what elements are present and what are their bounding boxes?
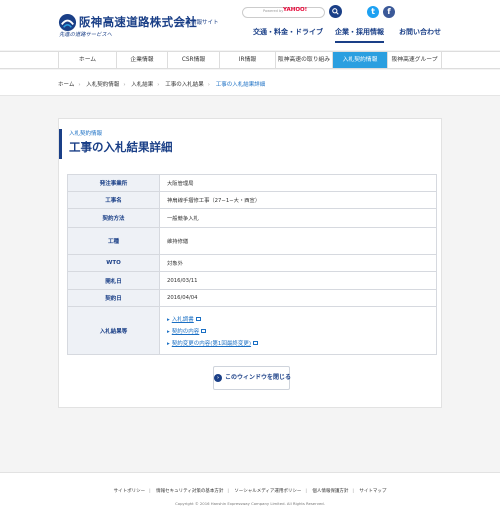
gnav-item-csr[interactable]: CSR情報: [167, 52, 219, 68]
external-link-icon: [195, 317, 201, 321]
detail-label: WTO: [67, 254, 160, 272]
breadcrumb-bidding[interactable]: 入札契約情報: [86, 82, 119, 88]
detail-value: 大阪管理局: [159, 174, 437, 192]
twitter-icon[interactable]: t: [367, 6, 379, 18]
table-row: 工種 維持修繕: [67, 227, 437, 255]
logo-subtitle: 企業情報サイト: [180, 20, 219, 26]
search-powered-text: Powered by: [263, 9, 284, 13]
table-row: 入札結果等 ▸ 入札調書 ▸ 契約の内容 ▸ 契約変更の内容(第1回最終変更): [67, 306, 437, 355]
bullet-icon: ▸: [167, 328, 170, 335]
detail-label: 契約日: [67, 289, 160, 307]
link-bid-record[interactable]: ▸ 入札調書: [167, 315, 436, 323]
external-link-icon: [253, 341, 259, 345]
detail-label: 開札日: [67, 271, 160, 290]
detail-table: 発注事業所 大阪管理局 工事名 神扇線手摺修工事（27−1−大・西宣） 契約方法…: [67, 174, 437, 355]
content-card: 入札契約情報 工事の入札結果詳細 発注事業所 大阪管理局 工事名 神扇線手摺修工…: [58, 118, 442, 408]
table-row: 契約方法 一般競争入札: [67, 208, 437, 228]
search-input[interactable]: Powered by YAHOO!: [242, 7, 325, 18]
table-row: 契約日 2016/04/04: [67, 289, 437, 307]
detail-value: 対象外: [159, 254, 437, 272]
company-logo[interactable]: 阪神高速道路株式会社 企業情報サイト 先進の道路サービスへ: [58, 12, 248, 42]
table-row: 開札日 2016/03/11: [67, 271, 437, 290]
topnav-contact[interactable]: お問い合わせ: [399, 27, 441, 37]
table-row: WTO 対象外: [67, 254, 437, 272]
bullet-icon: ▸: [167, 340, 170, 347]
detail-label: 工種: [67, 227, 160, 255]
breadcrumb-current: 工事の入札結果詳細: [215, 82, 266, 88]
link-contract-change[interactable]: ▸ 契約変更の内容(第1回最終変更): [167, 339, 436, 347]
close-window-button[interactable]: › このウィンドウを閉じる: [213, 366, 291, 390]
footer-link-sitemap[interactable]: サイトマップ: [359, 489, 386, 494]
copyright: Copyright © 2016 Hanshin Expressway Comp…: [175, 501, 325, 506]
link-contract-details[interactable]: ▸ 契約の内容: [167, 327, 436, 335]
site-header: 阪神高速道路株式会社 企業情報サイト 先進の道路サービスへ Powered by…: [0, 0, 500, 50]
search-brand-logo: YAHOO!: [283, 7, 308, 13]
breadcrumb-construction-results[interactable]: 工事の入札結果: [165, 82, 204, 88]
detail-value: 2016/03/11: [159, 271, 437, 290]
footer-link-social[interactable]: ソーシャルメディア運用ポリシー: [234, 489, 301, 494]
page-category: 入札契約情報: [69, 131, 103, 137]
search-icon: [332, 8, 339, 15]
gnav-item-home[interactable]: ホーム: [58, 52, 116, 68]
footer-links: サイトポリシー | 情報セキュリティ対策の基本方針 | ソーシャルメディア運用ポリシ…: [113, 489, 387, 494]
detail-value: 2016/04/04: [159, 289, 437, 307]
breadcrumb: ホーム › 入札契約情報 › 入札結果 › 工事の入札結果 › 工事の入札結果詳細: [58, 82, 266, 88]
page-title: 工事の入札結果詳細: [69, 140, 173, 154]
global-nav: ホーム 企業情報 CSR情報 IR情報 阪神高速の取り組み 入札契約情報 阪神高…: [0, 51, 500, 69]
gnav-item-group[interactable]: 阪神高速グループ: [387, 52, 442, 68]
page-title-block: 入札契約情報 工事の入札結果詳細: [59, 129, 439, 159]
topnav-traffic[interactable]: 交通・料金・ドライブ: [253, 27, 323, 37]
results-link-list: ▸ 入札調書 ▸ 契約の内容 ▸ 契約変更の内容(第1回最終変更): [167, 315, 436, 347]
breadcrumb-results[interactable]: 入札結果: [131, 82, 153, 88]
detail-label: 工事名: [67, 191, 160, 209]
gnav-item-bidding[interactable]: 入札契約情報: [332, 52, 387, 68]
footer-link-privacy[interactable]: 個人情報保護方針: [312, 489, 348, 494]
gnav-item-corporate[interactable]: 企業情報: [116, 52, 167, 68]
topnav-corporate[interactable]: 企業・採用情報: [335, 27, 384, 43]
facebook-icon[interactable]: f: [383, 6, 395, 18]
results-label: 入札結果等: [67, 306, 160, 355]
detail-label: 発注事業所: [67, 174, 160, 192]
footer-link-site-policy[interactable]: サイトポリシー: [114, 489, 146, 494]
breadcrumb-home[interactable]: ホーム: [58, 82, 74, 88]
detail-value: 維持修繕: [159, 227, 437, 255]
detail-value: 神扇線手摺修工事（27−1−大・西宣）: [159, 191, 437, 209]
table-row: 工事名 神扇線手摺修工事（27−1−大・西宣）: [67, 191, 437, 209]
detail-value: 一般競争入札: [159, 208, 437, 228]
gnav-item-initiatives[interactable]: 阪神高速の取り組み: [275, 52, 332, 68]
results-cell: ▸ 入札調書 ▸ 契約の内容 ▸ 契約変更の内容(第1回最終変更): [159, 306, 437, 355]
search-button[interactable]: [329, 5, 342, 18]
table-row: 発注事業所 大阪管理局: [67, 174, 437, 192]
logo-tagline: 先進の道路サービスへ: [59, 32, 112, 38]
bullet-icon: ▸: [167, 316, 170, 323]
site-footer: サイトポリシー | 情報セキュリティ対策の基本方針 | ソーシャルメディア運用ポリシ…: [0, 472, 500, 521]
gnav-item-ir[interactable]: IR情報: [219, 52, 275, 68]
detail-label: 契約方法: [67, 208, 160, 228]
footer-link-security[interactable]: 情報セキュリティ対策の基本方針: [156, 489, 223, 494]
chevron-right-icon: ›: [214, 373, 222, 382]
external-link-icon: [201, 329, 207, 333]
